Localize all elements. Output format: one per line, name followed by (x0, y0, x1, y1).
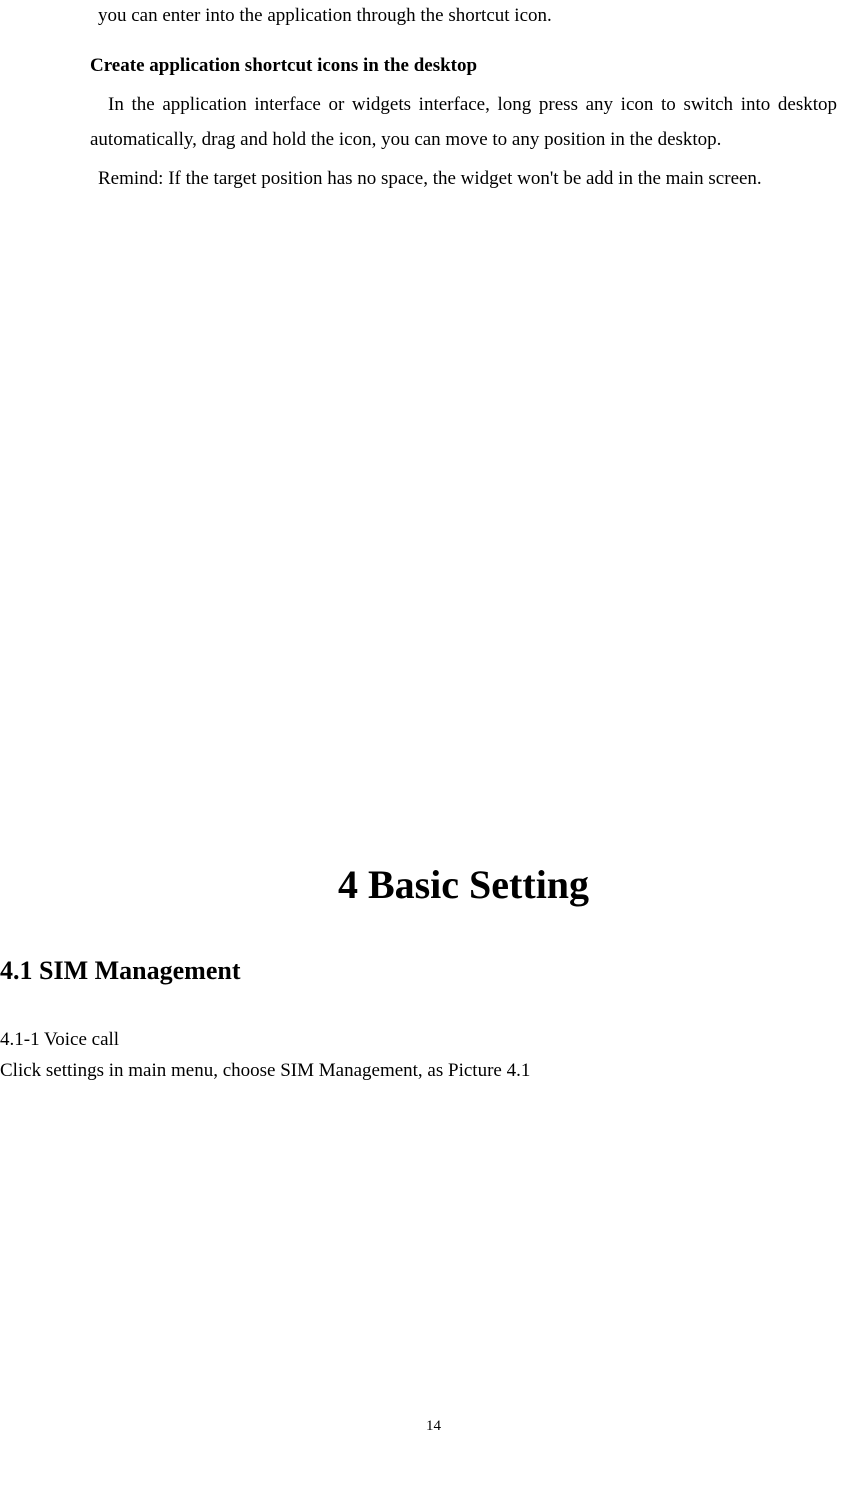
paragraph-remind: Remind: If the target position has no sp… (90, 161, 837, 196)
heading-create-shortcut: Create application shortcut icons in the… (90, 50, 837, 82)
subsection-description: Click settings in main menu, choose SIM … (0, 1055, 837, 1086)
subsection-title: 4.1-1 Voice call (0, 1024, 837, 1055)
chapter-title: 4 Basic Setting (90, 861, 837, 908)
paragraph-intro: you can enter into the application throu… (90, 0, 837, 32)
page-number: 14 (0, 1418, 867, 1435)
paragraph-instructions: In the application interface or widgets … (90, 87, 837, 157)
section-title: 4.1 SIM Management (0, 956, 837, 986)
